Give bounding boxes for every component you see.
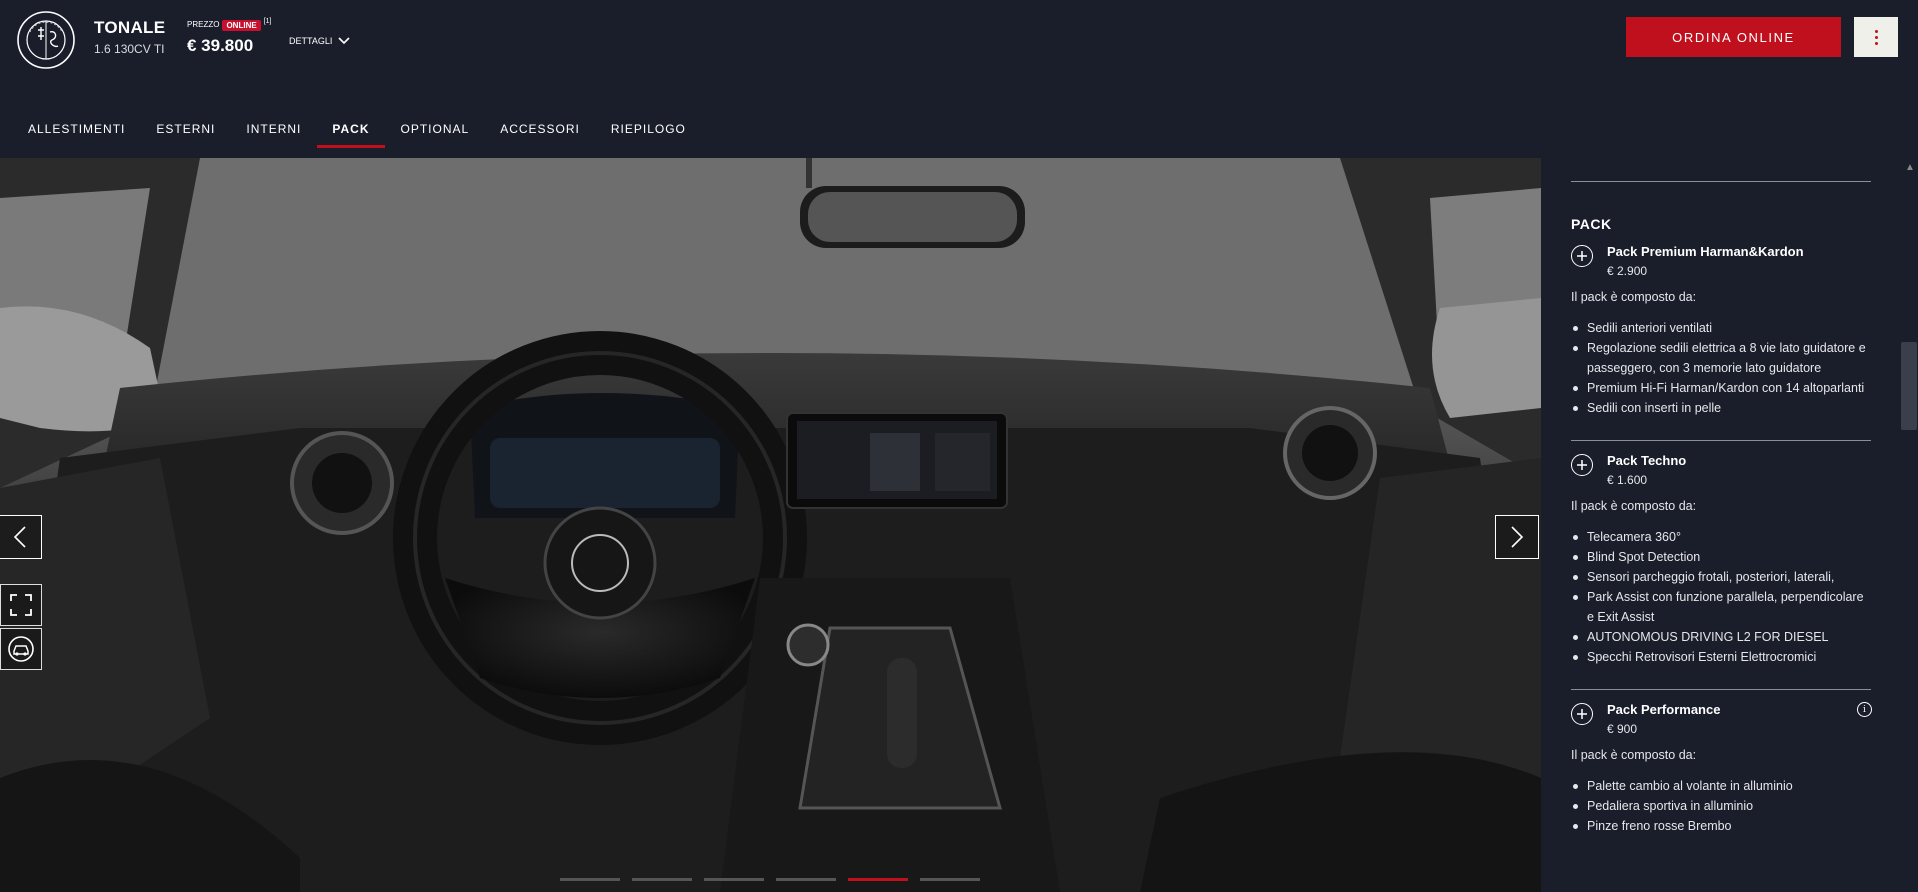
- panel-scrollbar[interactable]: [1900, 158, 1918, 892]
- pack-header: Pack Premium Harman&Kardon € 2.900: [1571, 244, 1912, 278]
- list-item: Telecamera 360°: [1571, 527, 1867, 547]
- list-item: Sensori parcheggio frotali, posteriori, …: [1571, 567, 1867, 587]
- price-label: PREZZO: [187, 20, 220, 29]
- pack-panel-content: PACK Pack Premium Harman&Kardon € 2.900 …: [1571, 181, 1912, 858]
- kebab-dot-icon: [1874, 35, 1878, 39]
- pack-items-list: Palette cambio al volante in alluminio P…: [1571, 776, 1912, 836]
- order-online-button[interactable]: ORDINA ONLINE: [1626, 17, 1841, 57]
- plus-icon: [1577, 251, 1587, 261]
- image-pagination: [560, 878, 980, 881]
- details-toggle[interactable]: DETTAGLI: [289, 36, 350, 46]
- more-menu-button[interactable]: [1854, 17, 1898, 57]
- pack-name: Pack Performance: [1607, 702, 1721, 717]
- list-item: Premium Hi-Fi Harman/Kardon con 14 altop…: [1571, 378, 1867, 398]
- tab-esterni[interactable]: ESTERNI: [156, 122, 215, 148]
- pack-description: Il pack è composto da:: [1571, 290, 1697, 304]
- pack-price: € 1.600: [1607, 473, 1648, 487]
- details-label: DETTAGLI: [289, 36, 333, 46]
- car-interior-image: [0, 158, 1541, 892]
- list-item: Regolazione sedili elettrica a 8 vie lat…: [1571, 338, 1867, 378]
- list-item: Pinze freno rosse Brembo: [1571, 816, 1867, 836]
- price-label-row: PREZZO ONLINE [1]: [187, 18, 272, 31]
- list-item: AUTONOMOUS DRIVING L2 FOR DIESEL: [1571, 627, 1867, 647]
- next-image-button[interactable]: [1495, 515, 1539, 559]
- model-info: TONALE 1.6 130CV TI: [94, 18, 165, 56]
- list-item: Pedaliera sportiva in alluminio: [1571, 796, 1867, 816]
- price-footnote[interactable]: [1]: [264, 18, 272, 25]
- pagination-dot[interactable]: [848, 878, 908, 881]
- plus-icon: [1577, 709, 1587, 719]
- info-icon[interactable]: i: [1857, 702, 1872, 717]
- tab-allestimenti[interactable]: ALLESTIMENTI: [28, 122, 125, 148]
- alfa-romeo-logo[interactable]: [16, 10, 76, 70]
- list-item: Specchi Retrovisori Esterni Elettrocromi…: [1571, 647, 1867, 667]
- panel-divider: [1571, 181, 1871, 182]
- model-version: 1.6 130CV TI: [94, 42, 165, 56]
- fullscreen-button[interactable]: [0, 584, 42, 626]
- pagination-dot[interactable]: [560, 878, 620, 881]
- pack-description: Il pack è composto da:: [1571, 499, 1697, 513]
- chevron-left-icon: [13, 526, 26, 548]
- tab-optional[interactable]: OPTIONAL: [401, 122, 470, 148]
- plus-icon: [1577, 460, 1587, 470]
- add-pack-button[interactable]: [1571, 703, 1593, 725]
- add-pack-button[interactable]: [1571, 245, 1593, 267]
- list-item: Sedili anteriori ventilati: [1571, 318, 1867, 338]
- price-value: € 39.800: [187, 36, 254, 55]
- add-pack-button[interactable]: [1571, 454, 1593, 476]
- pagination-dot[interactable]: [632, 878, 692, 881]
- model-name: TONALE: [94, 18, 166, 37]
- pack-description: Il pack è composto da:: [1571, 748, 1697, 762]
- rotate-360-icon: [8, 636, 34, 662]
- pack-item: Pack Techno € 1.600 Il pack è composto d…: [1571, 441, 1912, 689]
- list-item: Blind Spot Detection: [1571, 547, 1867, 567]
- pack-price: € 2.900: [1607, 264, 1648, 278]
- configurator-page: TONALE 1.6 130CV TI PREZZO ONLINE [1] € …: [0, 0, 1918, 892]
- configurator-tabs: ALLESTIMENTI ESTERNI INTERNI PACK OPTION…: [28, 122, 717, 148]
- list-item: Sedili con inserti in pelle: [1571, 398, 1867, 418]
- scrollbar-thumb[interactable]: [1901, 342, 1917, 430]
- interior-viewer[interactable]: [0, 158, 1541, 892]
- pagination-dot[interactable]: [920, 878, 980, 881]
- pack-panel: PACK Pack Premium Harman&Kardon € 2.900 …: [1541, 158, 1918, 892]
- pagination-dot[interactable]: [776, 878, 836, 881]
- pack-items-list: Sedili anteriori ventilati Regolazione s…: [1571, 318, 1912, 418]
- list-item: Palette cambio al volante in alluminio: [1571, 776, 1867, 796]
- online-badge: ONLINE: [222, 20, 261, 31]
- list-item: Park Assist con funzione parallela, perp…: [1571, 587, 1867, 627]
- chevron-down-icon: [338, 37, 350, 45]
- pack-items-list: Telecamera 360° Blind Spot Detection Sen…: [1571, 527, 1912, 667]
- pack-item: Pack Performance € 900 i Il pack è compo…: [1571, 690, 1912, 858]
- previous-image-button[interactable]: [0, 515, 42, 559]
- tab-pack[interactable]: PACK: [317, 122, 385, 148]
- price-block: PREZZO ONLINE [1] € 39.800: [187, 18, 272, 56]
- section-title: PACK: [1571, 216, 1612, 232]
- fullscreen-icon: [10, 594, 32, 616]
- pagination-dot[interactable]: [704, 878, 764, 881]
- pack-name: Pack Premium Harman&Kardon: [1607, 244, 1804, 259]
- kebab-dot-icon: [1874, 29, 1878, 33]
- pack-item: Pack Premium Harman&Kardon € 2.900 Il pa…: [1571, 244, 1912, 440]
- pack-header: Pack Techno € 1.600: [1571, 453, 1912, 487]
- pack-name: Pack Techno: [1607, 453, 1687, 468]
- chevron-right-icon: [1511, 526, 1524, 548]
- tab-interni[interactable]: INTERNI: [246, 122, 301, 148]
- view-360-button[interactable]: [0, 628, 42, 670]
- top-header: TONALE 1.6 130CV TI PREZZO ONLINE [1] € …: [0, 0, 1918, 158]
- scroll-up-icon[interactable]: ▲: [1905, 162, 1915, 173]
- pack-price: € 900: [1607, 722, 1638, 736]
- tab-accessori[interactable]: ACCESSORI: [500, 122, 580, 148]
- kebab-dot-icon: [1874, 41, 1878, 45]
- tab-riepilogo[interactable]: RIEPILOGO: [611, 122, 686, 148]
